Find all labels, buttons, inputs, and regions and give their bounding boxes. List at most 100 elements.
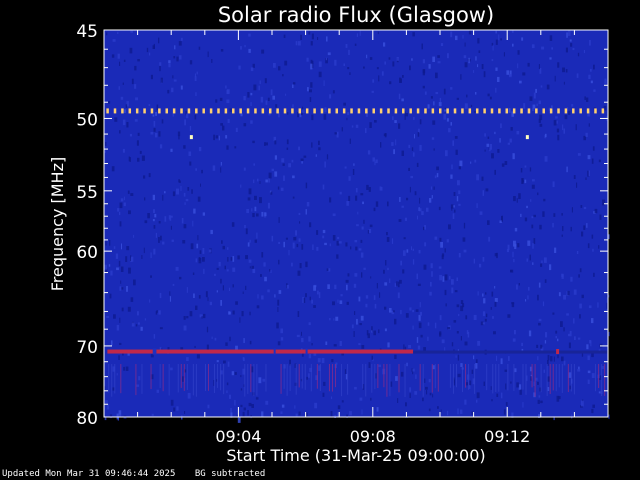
noise-speck (318, 292, 321, 299)
noise-speck (309, 296, 311, 301)
noise-speck (423, 226, 425, 231)
noise-speck (291, 159, 294, 163)
noise-speck (510, 127, 513, 131)
noise-speck (197, 235, 199, 241)
noise-speck (598, 391, 601, 394)
noise-speck (196, 243, 199, 249)
band-tail (413, 350, 608, 354)
y-tick-label: 60 (76, 243, 98, 263)
noise-speck (220, 300, 222, 306)
interference-dot-mark (224, 108, 228, 114)
noise-speck (248, 402, 252, 407)
noise-speck (244, 225, 246, 229)
noise-speck (476, 392, 480, 399)
noise-speck (294, 405, 296, 409)
interference-dot-mark (313, 108, 316, 114)
noise-speck (532, 243, 534, 249)
noise-speck (351, 324, 354, 329)
noise-speck (451, 164, 453, 170)
noise-speck (331, 359, 334, 363)
noise-speck (598, 245, 600, 249)
noise-speck (393, 149, 395, 155)
noise-speck (446, 118, 449, 122)
noise-speck (162, 194, 164, 201)
noise-speck (239, 317, 241, 323)
noise-speck (535, 88, 537, 93)
noise-speck (510, 269, 513, 272)
noise-speck (298, 41, 301, 46)
noise-speck (203, 313, 206, 319)
noise-speck (568, 110, 571, 115)
noise-speck (282, 74, 284, 77)
interference-dot-mark (276, 108, 279, 114)
noise-speck (153, 120, 156, 127)
noise-speck (464, 103, 468, 109)
noise-speck (235, 345, 238, 350)
noise-speck (532, 104, 536, 109)
interference-dot-mark (453, 108, 457, 114)
noise-speck (412, 259, 415, 265)
noise-speck (292, 84, 294, 88)
noise-speck (400, 371, 404, 377)
noise-speck (118, 86, 120, 90)
noise-speck (144, 220, 148, 224)
noise-speck (108, 264, 111, 267)
noise-speck (561, 356, 564, 362)
noise-speck (308, 354, 312, 359)
noise-speck (456, 277, 458, 281)
noise-speck (424, 225, 426, 230)
noise-speck (312, 244, 314, 250)
noise-speck (425, 386, 428, 390)
noise-speck (291, 262, 293, 267)
noise-speck (412, 325, 414, 330)
noise-speck (575, 124, 577, 131)
noise-speck (313, 305, 316, 308)
noise-speck (180, 186, 182, 191)
noise-speck (323, 80, 325, 86)
noise-speck (168, 63, 171, 68)
noise-speck (119, 342, 122, 345)
noise-speck (301, 161, 303, 164)
noise-speck (261, 49, 265, 54)
noise-speck (226, 390, 228, 394)
noise-speck (529, 96, 533, 101)
noise-speck (274, 140, 277, 145)
noise-speck (361, 409, 363, 415)
updated-timestamp: Updated Mon Mar 31 09:46:44 2025 (2, 469, 176, 479)
noise-speck (504, 369, 508, 372)
noise-speck (265, 100, 268, 105)
noise-speck (491, 153, 494, 159)
noise-speck (531, 44, 535, 49)
noise-speck (593, 272, 595, 277)
noise-speck (571, 104, 574, 107)
noise-speck (521, 178, 523, 184)
noise-speck (174, 45, 176, 50)
noise-speck (567, 30, 571, 36)
noise-speck (580, 400, 584, 407)
noise-speck (339, 341, 342, 346)
noise-speck (449, 276, 451, 280)
noise-speck (278, 66, 281, 71)
noise-speck (481, 64, 484, 70)
noise-speck (356, 318, 358, 325)
noise-speck (561, 274, 564, 279)
noise-speck (277, 299, 280, 306)
noise-speck (566, 313, 569, 316)
noise-speck (503, 409, 506, 415)
noise-speck (462, 35, 464, 39)
noise-speck (301, 112, 303, 116)
noise-speck (293, 237, 297, 241)
noise-speck (417, 132, 420, 137)
noise-speck (528, 286, 530, 291)
noise-speck (381, 71, 384, 76)
noise-speck (581, 231, 584, 237)
noise-speck (173, 407, 176, 412)
noise-speck (533, 92, 536, 99)
noise-speck (148, 173, 151, 178)
noise-speck (469, 385, 471, 389)
noise-speck (274, 155, 277, 160)
noise-speck (144, 197, 146, 201)
noise-speck (516, 130, 520, 135)
noise-speck (170, 367, 173, 371)
noise-speck (349, 72, 351, 75)
